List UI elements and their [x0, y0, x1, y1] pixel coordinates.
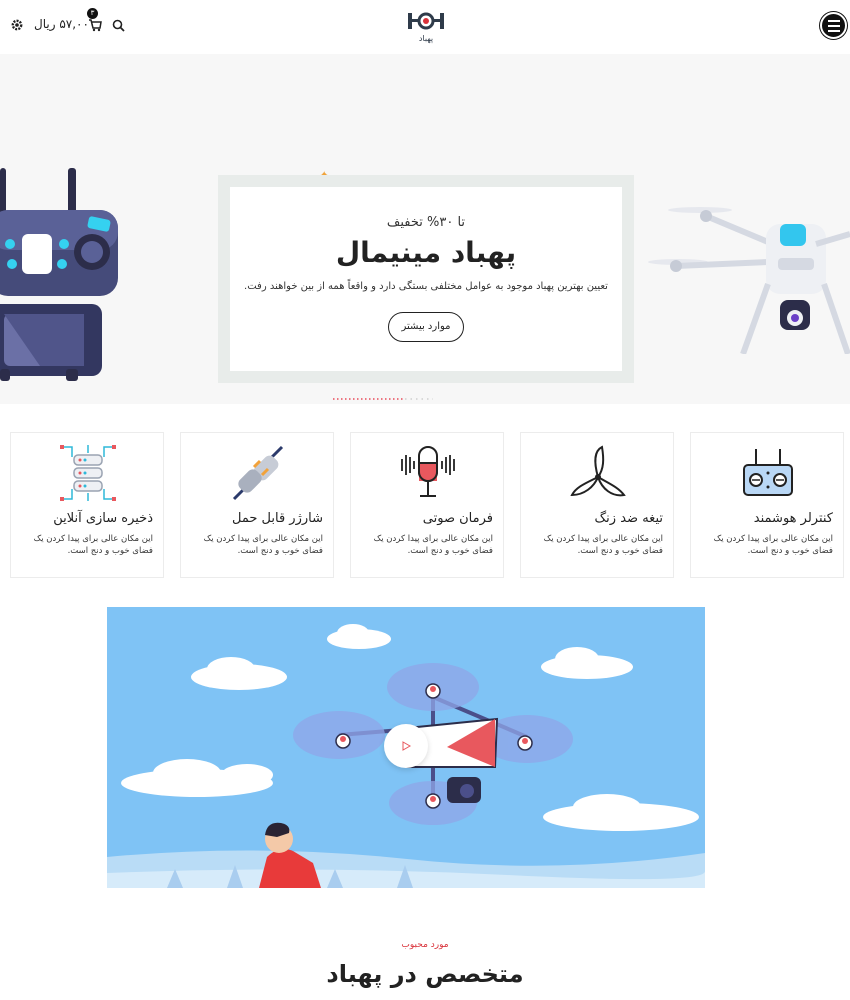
site-header: پهباد ۵۷,۰۰۰ ریال ۳: [0, 0, 850, 54]
cart-icon[interactable]: [88, 18, 102, 32]
play-button[interactable]: [384, 724, 428, 768]
play-icon: [402, 741, 412, 751]
feature-title: ذخیره سازی آنلاین: [53, 511, 153, 526]
database-icon: [60, 445, 116, 501]
hero-discount: تا ۳۰% تخفیف: [386, 215, 466, 230]
feature-description: این مکان عالی برای پیدا کردن یک فضای خوب…: [713, 534, 833, 556]
cart-count-badge: ۳: [87, 8, 98, 19]
feature-description: این مکان عالی برای پیدا کردن یک فضای خوب…: [543, 534, 663, 556]
drone-image: [648, 207, 850, 354]
hero-banner: ✦ تا ۳۰% تخفیف پهباد مینیمال تعیین بهتری…: [0, 54, 850, 404]
feature-description: این مکان عالی برای پیدا کردن یک فضای خوب…: [33, 534, 153, 556]
settings-icon[interactable]: [10, 18, 24, 32]
search-icon[interactable]: [112, 19, 125, 32]
remote-controller-image: [0, 168, 118, 381]
feature-card-voice-command: فرمان صوتی این مکان عالی برای پیدا کردن …: [350, 432, 504, 578]
feature-description: این مکان عالی برای پیدا کردن یک فضای خوب…: [373, 534, 493, 556]
section-subtitle: مورد محبوب: [401, 940, 449, 950]
feature-card-portable-charger: شارژر قابل حمل این مکان عالی برای پیدا ک…: [180, 432, 334, 578]
feature-title: شارژر قابل حمل: [232, 511, 323, 526]
feature-title: فرمان صوتی: [422, 511, 493, 526]
more-button[interactable]: موارد بیشتر: [388, 312, 464, 342]
feature-card-online-storage: ذخیره سازی آنلاین این مکان عالی برای پید…: [10, 432, 164, 578]
controller-icon: [743, 449, 793, 496]
feature-title: کنترلر هوشمند: [753, 511, 833, 526]
feature-description: این مکان عالی برای پیدا کردن یک فضای خوب…: [203, 534, 323, 556]
svg-text:پهباد: پهباد: [419, 34, 433, 43]
feature-title: تیغه ضد زنگ: [594, 511, 663, 526]
cart-total[interactable]: ۵۷,۰۰۰ ریال: [34, 17, 95, 31]
hero-description: تعیین بهترین پهباد موجود به عوامل مختلفی…: [244, 281, 608, 292]
slider-dots[interactable]: [333, 397, 433, 401]
plug-icon: [232, 445, 284, 501]
microphone-icon: [401, 446, 455, 497]
site-logo[interactable]: پهباد: [406, 10, 446, 44]
hero-content-box: تا ۳۰% تخفیف پهباد مینیمال تعیین بهترین …: [218, 175, 634, 383]
feature-card-smart-controller: کنترلر هوشمند این مکان عالی برای پیدا کر…: [690, 432, 844, 578]
feature-card-stainless-blade: تیغه ضد زنگ این مکان عالی برای پیدا کردن…: [520, 432, 674, 578]
section-title: متخصص در پهباد: [326, 960, 524, 988]
menu-icon[interactable]: [820, 12, 847, 39]
hero-title: پهباد مینیمال: [335, 236, 517, 269]
blade-icon: [570, 445, 626, 497]
